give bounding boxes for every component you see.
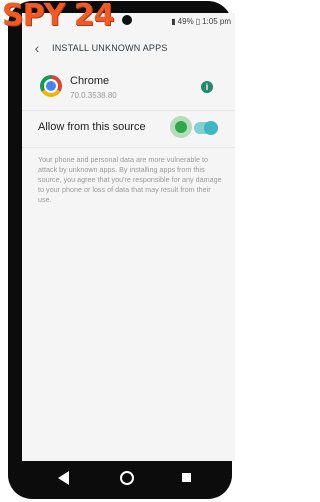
signal-icon: ▮ [171,17,176,26]
app-entry: Chrome 70.0.3538.80 i [22,69,235,109]
allow-source-row[interactable]: Allow from this source [22,113,235,143]
app-version: 70.0.3538.80 [70,91,117,100]
nav-bar [22,469,235,491]
screen: ▮ 49% ▯ 1:05 pm ‹ INSTALL UNKNOWN APPS C… [22,13,235,461]
allow-source-toggle[interactable] [194,121,218,135]
nav-home-icon[interactable] [120,471,134,485]
phone-frame: ▮ 49% ▯ 1:05 pm ‹ INSTALL UNKNOWN APPS C… [8,1,235,499]
info-icon[interactable]: i [201,81,213,93]
page-title: INSTALL UNKNOWN APPS [52,43,168,53]
spy24-logo: SPY 24 [2,0,115,33]
battery-percent: 49% [177,17,194,26]
warning-description: Your phone and personal data are more vu… [38,155,222,204]
toggle-knob [204,121,218,135]
divider [22,147,235,148]
back-arrow-icon[interactable]: ‹ [22,40,52,56]
nav-recents-icon[interactable] [182,473,191,482]
chrome-icon [40,75,62,97]
app-bar: ‹ INSTALL UNKNOWN APPS [22,31,235,65]
app-name: Chrome [70,75,110,87]
battery-icon: ▯ [195,17,201,26]
tap-indicator-icon [170,116,192,138]
nav-back-icon[interactable] [58,471,69,485]
status-time: 1:05 pm [202,17,231,26]
divider [22,110,235,111]
allow-source-label: Allow from this source [38,121,146,133]
status-right: ▮ 49% ▯ 1:05 pm [171,17,231,26]
front-camera [122,15,132,25]
